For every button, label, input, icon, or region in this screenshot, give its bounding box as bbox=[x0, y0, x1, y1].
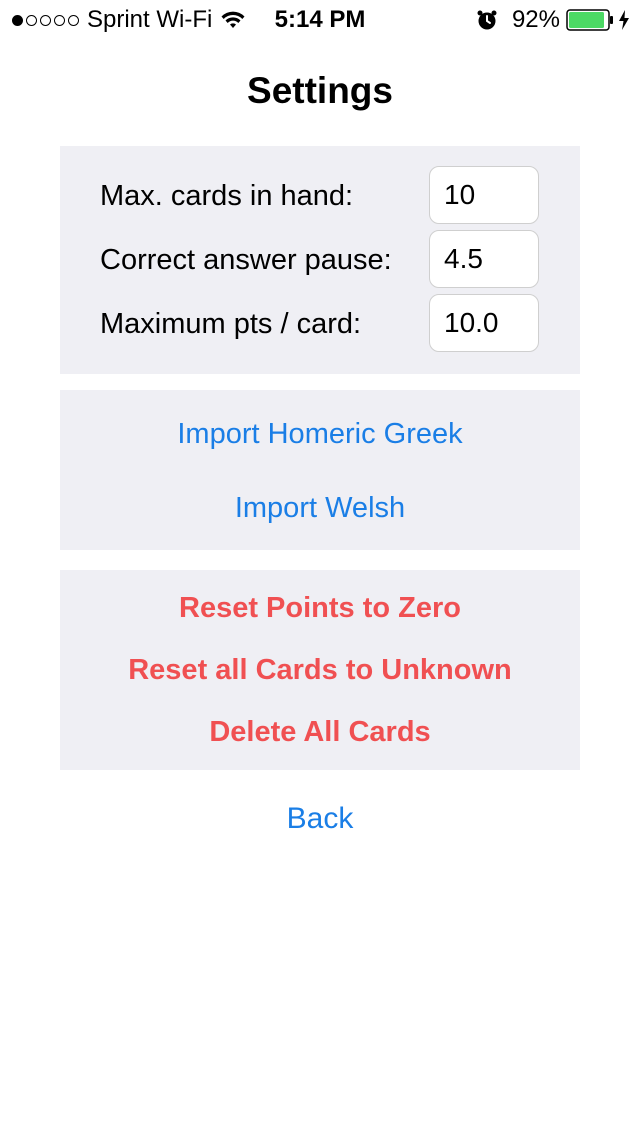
status-bar: Sprint Wi-Fi 5:14 PM 92% bbox=[0, 0, 640, 40]
max-points-input[interactable] bbox=[429, 294, 539, 352]
answer-pause-input[interactable] bbox=[429, 230, 539, 288]
setting-row-answer-pause: Correct answer pause: bbox=[60, 230, 580, 290]
page-title: Settings bbox=[247, 70, 393, 111]
delete-all-cards-button[interactable]: Delete All Cards bbox=[60, 716, 580, 749]
battery-percentage: 92% bbox=[511, 6, 560, 33]
status-bar-right: 92% bbox=[476, 6, 630, 34]
answer-pause-label: Correct answer pause: bbox=[100, 244, 392, 276]
setting-row-max-cards: Max. cards in hand: bbox=[60, 166, 580, 226]
charging-bolt-icon bbox=[619, 10, 629, 30]
settings-section: Max. cards in hand: Correct answer pause… bbox=[60, 146, 580, 374]
battery-icon bbox=[566, 9, 613, 31]
alarm-icon bbox=[477, 10, 497, 30]
reset-cards-button[interactable]: Reset all Cards to Unknown bbox=[60, 654, 580, 687]
max-cards-input[interactable] bbox=[429, 166, 539, 224]
reset-section: Reset Points to Zero Reset all Cards to … bbox=[60, 570, 580, 770]
setting-row-max-points: Maximum pts / card: bbox=[60, 294, 580, 354]
back-button[interactable]: Back bbox=[0, 802, 640, 836]
import-section: Import Homeric Greek Import Welsh bbox=[60, 390, 580, 550]
import-homeric-greek-button[interactable]: Import Homeric Greek bbox=[60, 418, 580, 451]
reset-points-button[interactable]: Reset Points to Zero bbox=[60, 592, 580, 625]
import-welsh-button[interactable]: Import Welsh bbox=[60, 492, 580, 525]
max-points-label: Maximum pts / card: bbox=[100, 308, 362, 340]
max-cards-label: Max. cards in hand: bbox=[100, 180, 354, 212]
